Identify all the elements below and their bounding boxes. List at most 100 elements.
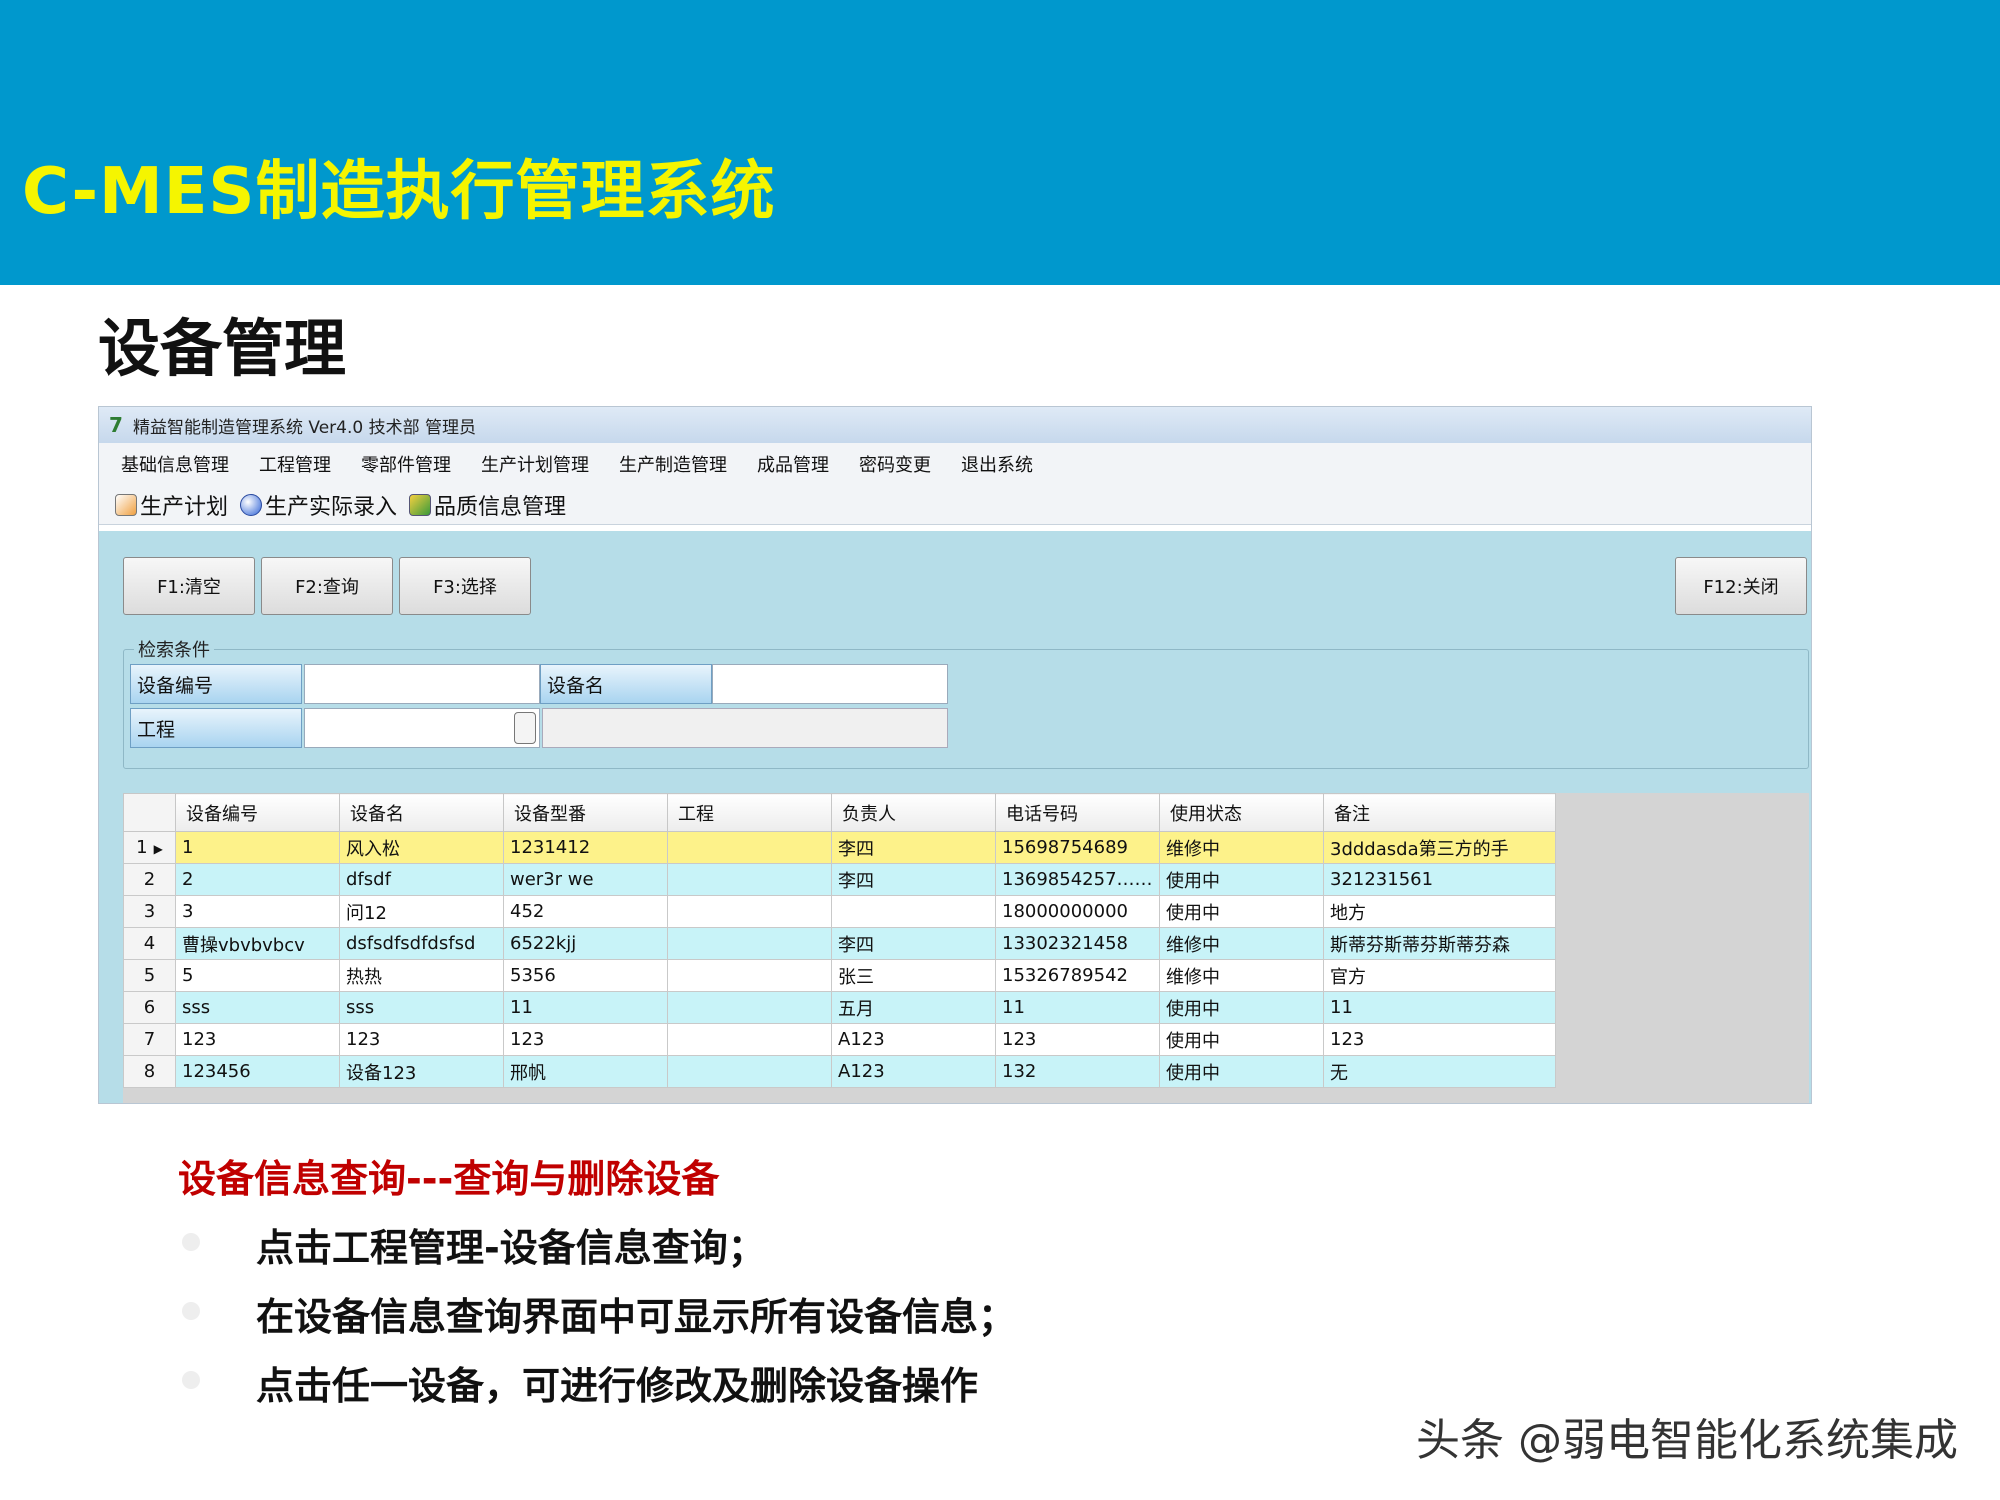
table-row[interactable]: 8 123456 设备123 邢帆 A123 132 使用中无 xyxy=(123,1055,1556,1088)
table-cell[interactable] xyxy=(667,991,832,1024)
table-cell[interactable]: 使用中 xyxy=(1159,895,1324,928)
table-cell[interactable] xyxy=(667,1023,832,1056)
table-cell[interactable] xyxy=(667,959,832,992)
table-cell[interactable]: 使用中 xyxy=(1159,1055,1324,1088)
column-header[interactable]: 使用状态 xyxy=(1159,793,1324,832)
menu-project[interactable]: 工程管理 xyxy=(259,451,331,477)
table-cell[interactable]: 11 xyxy=(1323,991,1556,1024)
table-row[interactable]: 3 3 问12 452 18000000000 使用中 地方 xyxy=(123,895,1556,928)
table-cell[interactable]: 3 xyxy=(175,895,340,928)
project-select[interactable] xyxy=(304,708,540,748)
column-header[interactable]: 负责人 xyxy=(831,793,996,832)
table-cell[interactable]: 使用中 xyxy=(1159,863,1324,896)
menu-exit[interactable]: 退出系统 xyxy=(961,451,1033,477)
table-cell[interactable] xyxy=(667,831,832,864)
table-cell[interactable]: 官方 xyxy=(1323,959,1556,992)
table-cell[interactable]: 15326789542 xyxy=(995,959,1160,992)
table-cell[interactable]: 维修中 xyxy=(1159,831,1324,864)
table-cell[interactable]: 地方 xyxy=(1323,895,1556,928)
column-header[interactable]: 电话号码 xyxy=(995,793,1160,832)
table-cell[interactable] xyxy=(667,927,832,960)
toolbar-production-plan[interactable]: 生产计划 xyxy=(115,489,228,521)
table-cell[interactable]: 123 xyxy=(995,1023,1160,1056)
column-header[interactable]: 设备名 xyxy=(339,793,504,832)
table-cell[interactable]: 五月 xyxy=(831,991,996,1024)
table-cell[interactable]: 1231412 xyxy=(503,831,668,864)
table-cell[interactable]: 6522kjj xyxy=(503,927,668,960)
column-header[interactable]: 备注 xyxy=(1323,793,1556,832)
table-cell[interactable]: 123 xyxy=(175,1023,340,1056)
table-cell[interactable]: 1369854257…… xyxy=(995,863,1160,896)
row-number[interactable]: 4 xyxy=(123,927,176,960)
table-cell[interactable]: 123 xyxy=(503,1023,668,1056)
table-cell[interactable]: 5356 xyxy=(503,959,668,992)
table-cell[interactable]: 123 xyxy=(1323,1023,1556,1056)
table-cell[interactable]: 热热 xyxy=(339,959,504,992)
menu-basic-info[interactable]: 基础信息管理 xyxy=(121,451,229,477)
table-cell[interactable]: 斯蒂芬斯蒂芬斯蒂芬森 xyxy=(1323,927,1556,960)
table-cell[interactable]: 无 xyxy=(1323,1055,1556,1088)
column-header[interactable]: 设备型番 xyxy=(503,793,668,832)
table-cell[interactable]: 132 xyxy=(995,1055,1160,1088)
row-number[interactable]: 7 xyxy=(123,1023,176,1056)
row-number[interactable]: 1 ▶ xyxy=(123,831,176,864)
menu-parts[interactable]: 零部件管理 xyxy=(361,451,451,477)
table-cell[interactable]: 使用中 xyxy=(1159,991,1324,1024)
table-cell[interactable]: 维修中 xyxy=(1159,959,1324,992)
column-header[interactable]: 工程 xyxy=(667,793,832,832)
table-cell[interactable]: 1 xyxy=(175,831,340,864)
table-row[interactable]: 7 123 123 123 A123 123 使用中 123 xyxy=(123,1023,1556,1056)
column-header[interactable]: 设备编号 xyxy=(175,793,340,832)
table-cell[interactable]: sss xyxy=(175,991,340,1024)
table-cell[interactable]: 321231561 xyxy=(1323,863,1556,896)
table-cell[interactable]: 15698754689 xyxy=(995,831,1160,864)
select-button[interactable]: F3:选择 xyxy=(399,557,531,615)
row-number[interactable]: 8 xyxy=(123,1055,176,1088)
table-cell[interactable]: sss xyxy=(339,991,504,1024)
table-cell[interactable]: 13302321458 xyxy=(995,927,1160,960)
menu-finished-goods[interactable]: 成品管理 xyxy=(757,451,829,477)
table-cell[interactable]: 5 xyxy=(175,959,340,992)
query-button[interactable]: F2:查询 xyxy=(261,557,393,615)
table-row[interactable]: 4 曹操vbvbvbcv dsfsdfsdfdsfsd 6522kjj 李四 133023… xyxy=(123,927,1556,960)
row-number[interactable]: 5 xyxy=(123,959,176,992)
table-cell[interactable]: 曹操vbvbvbcv xyxy=(175,927,340,960)
table-cell[interactable]: 设备123 xyxy=(339,1055,504,1088)
table-cell[interactable]: 李四 xyxy=(831,831,996,864)
project-dropdown-button[interactable] xyxy=(514,712,536,744)
device-no-input[interactable] xyxy=(304,664,540,704)
table-row[interactable]: 6 sss sss 11 五月 11 使用中 11 xyxy=(123,991,1556,1024)
table-cell[interactable]: 风入松 xyxy=(339,831,504,864)
table-row[interactable]: 1 ▶ 1 风入松 1231412 李四 15698754689 维修中 3dddasda第三方… xyxy=(123,831,1556,864)
table-cell[interactable] xyxy=(831,895,996,928)
table-cell[interactable]: 3dddasda第三方的手 xyxy=(1323,831,1556,864)
table-cell[interactable]: 邢帆 xyxy=(503,1055,668,1088)
table-cell[interactable] xyxy=(667,1055,832,1088)
table-cell[interactable] xyxy=(667,863,832,896)
device-name-input[interactable] xyxy=(712,664,948,704)
table-cell[interactable] xyxy=(667,895,832,928)
table-cell[interactable]: 问12 xyxy=(339,895,504,928)
table-cell[interactable]: 11 xyxy=(503,991,668,1024)
row-number[interactable]: 3 xyxy=(123,895,176,928)
table-cell[interactable]: 123456 xyxy=(175,1055,340,1088)
table-cell[interactable]: wer3r we xyxy=(503,863,668,896)
table-cell[interactable]: dfsdf xyxy=(339,863,504,896)
close-button[interactable]: F12:关闭 xyxy=(1675,557,1807,615)
table-cell[interactable]: 李四 xyxy=(831,863,996,896)
menu-production-plan[interactable]: 生产计划管理 xyxy=(481,451,589,477)
table-cell[interactable]: A123 xyxy=(831,1023,996,1056)
table-cell[interactable]: 维修中 xyxy=(1159,927,1324,960)
toolbar-production-entry[interactable]: 生产实际录入 xyxy=(240,489,397,521)
table-cell[interactable]: 11 xyxy=(995,991,1160,1024)
table-cell[interactable]: 18000000000 xyxy=(995,895,1160,928)
table-row[interactable]: 5 5 热热 5356 张三 15326789542 维修中 官方 xyxy=(123,959,1556,992)
table-cell[interactable]: 123 xyxy=(339,1023,504,1056)
table-cell[interactable]: 452 xyxy=(503,895,668,928)
table-row[interactable]: 2 2 dfsdf wer3r we 李四 1369854257…… 使用中 32123156… xyxy=(123,863,1556,896)
table-cell[interactable]: 使用中 xyxy=(1159,1023,1324,1056)
table-cell[interactable]: 李四 xyxy=(831,927,996,960)
row-number[interactable]: 2 xyxy=(123,863,176,896)
table-cell[interactable]: 2 xyxy=(175,863,340,896)
table-cell[interactable]: dsfsdfsdfdsfsd xyxy=(339,927,504,960)
